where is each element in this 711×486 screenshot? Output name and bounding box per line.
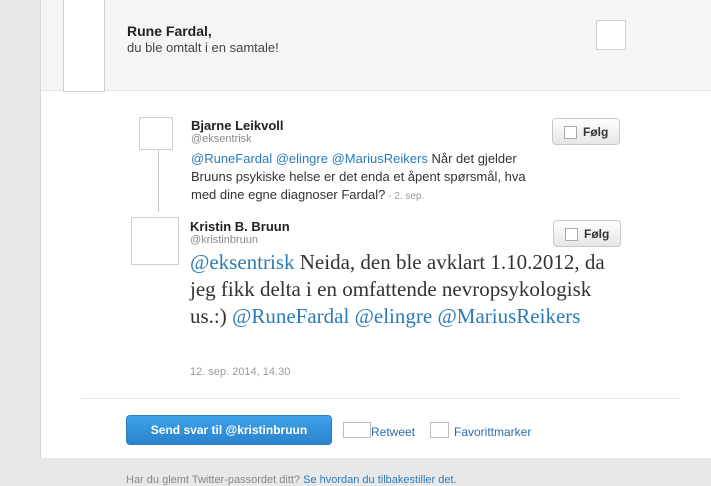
background-strip — [0, 0, 40, 481]
follow-button[interactable]: Følg — [552, 118, 620, 145]
tweet-timestamp[interactable]: - 2. sep. — [385, 191, 424, 202]
retweet-icon[interactable] — [343, 422, 371, 438]
tweet-timestamp[interactable]: 12. sep. 2014, 14.30 — [190, 366, 290, 378]
tweet-author-handle[interactable]: @eksentrisk — [191, 133, 252, 145]
footer-text: Har du glemt Twitter-passordet ditt? Se … — [126, 474, 457, 486]
send-reply-button[interactable]: Send svar til @kristinbruun — [126, 415, 332, 445]
tweet-avatar-kristin[interactable] — [131, 217, 179, 265]
tweet-text: @RuneFardal @elingre @MariusReikers Når … — [191, 150, 531, 206]
follow-button[interactable]: Følg — [553, 220, 621, 247]
notification-card: Rune Fardal, du ble omtalt i en samtale!… — [40, 0, 711, 458]
follow-checkbox-icon — [564, 126, 577, 139]
tweet-mentions-link[interactable]: @RuneFardal @elingre @MariusReikers — [232, 304, 580, 328]
recipient-name: Rune Fardal, — [127, 23, 212, 39]
footer-question: Har du glemt Twitter-passordet ditt? — [126, 474, 301, 486]
notification-subtitle: du ble omtalt i en samtale! — [127, 40, 279, 55]
notification-header: Rune Fardal, du ble omtalt i en samtale! — [41, 0, 711, 92]
tweet-author-name[interactable]: Bjarne Leikvoll — [191, 118, 283, 133]
favorite-icon[interactable] — [430, 422, 449, 438]
header-image-placeholder — [596, 20, 626, 50]
reset-password-link[interactable]: Se hvordan du tilbakestiller det. — [303, 474, 456, 486]
follow-button-label: Følg — [583, 125, 609, 139]
follow-checkbox-icon — [565, 228, 578, 241]
tweet-mention-link[interactable]: @eksentrisk — [190, 250, 295, 274]
tweet-author-name[interactable]: Kristin B. Bruun — [190, 219, 290, 234]
focused-tweet-text: @eksentrisk Neida, den ble avklart 1.10.… — [190, 249, 610, 330]
retweet-link[interactable]: Retweet — [371, 425, 415, 439]
tweet-mentions-link[interactable]: @RuneFardal @elingre @MariusReikers — [191, 151, 428, 166]
favorite-link[interactable]: Favorittmarker — [454, 425, 531, 439]
tweet-avatar-bjarne[interactable] — [139, 117, 173, 150]
divider — [81, 398, 680, 399]
tweet-author-handle[interactable]: @kristinbruun — [190, 234, 258, 246]
follow-button-label: Følg — [584, 227, 610, 241]
recipient-avatar — [63, 0, 105, 92]
conversation-line — [158, 150, 159, 212]
